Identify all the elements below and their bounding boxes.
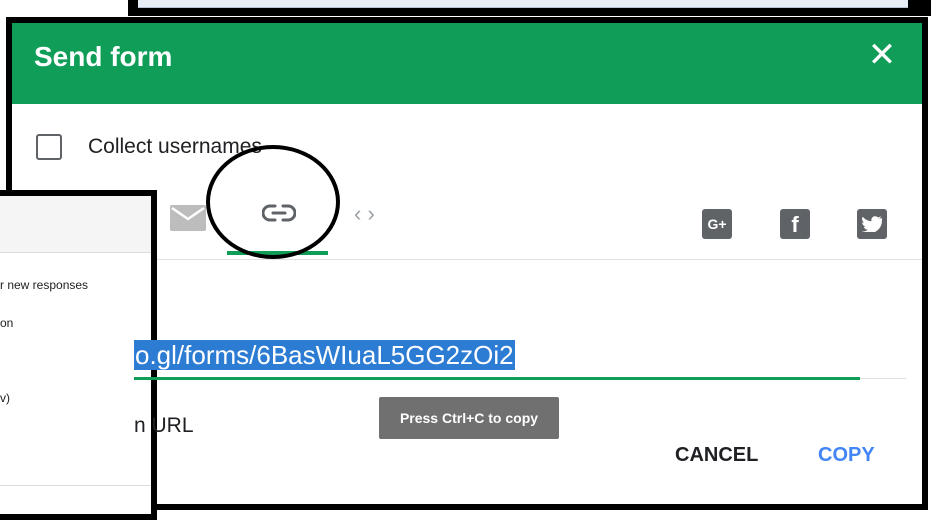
dialog-title: Send form [34,41,173,72]
annotation-circle [206,145,340,259]
copy-tooltip: Press Ctrl+C to copy [379,397,559,439]
close-icon: ✕ [867,36,897,74]
form-link-field[interactable]: o.gl/forms/6BasWIuaL5GG2zOi2 [134,340,860,380]
twitter-icon [857,209,887,239]
facebook-icon: f [791,212,799,237]
embed-icon[interactable]: ‹ › [354,201,375,227]
panel-header [0,196,151,253]
panel-divider [0,485,151,486]
panel-text-line: v) [0,391,10,405]
panel-text-line: on [0,316,14,330]
google-plus-share-button[interactable]: G+ [702,209,732,239]
cancel-button[interactable]: CANCEL [675,444,758,467]
background-window-bar [138,0,908,8]
close-button[interactable]: ✕ [864,37,900,73]
email-icon[interactable] [170,205,206,236]
google-plus-icon: G+ [707,216,727,232]
dialog-header: Send form ✕ [12,23,922,104]
collect-usernames-checkbox[interactable] [36,134,62,160]
facebook-share-button[interactable]: f [780,209,810,239]
shorten-url-label[interactable]: n URL [134,414,194,438]
form-link-text[interactable]: o.gl/forms/6BasWIuaL5GG2zOi2 [134,340,515,371]
panel-text-line: r new responses [0,278,89,292]
copy-button[interactable]: COPY [818,444,875,467]
twitter-share-button[interactable] [857,209,887,239]
link-field-underline [134,377,860,380]
field-gray-line [860,378,906,379]
selected-link-text: o.gl/forms/6BasWIuaL5GG2zOi2 [134,340,515,370]
